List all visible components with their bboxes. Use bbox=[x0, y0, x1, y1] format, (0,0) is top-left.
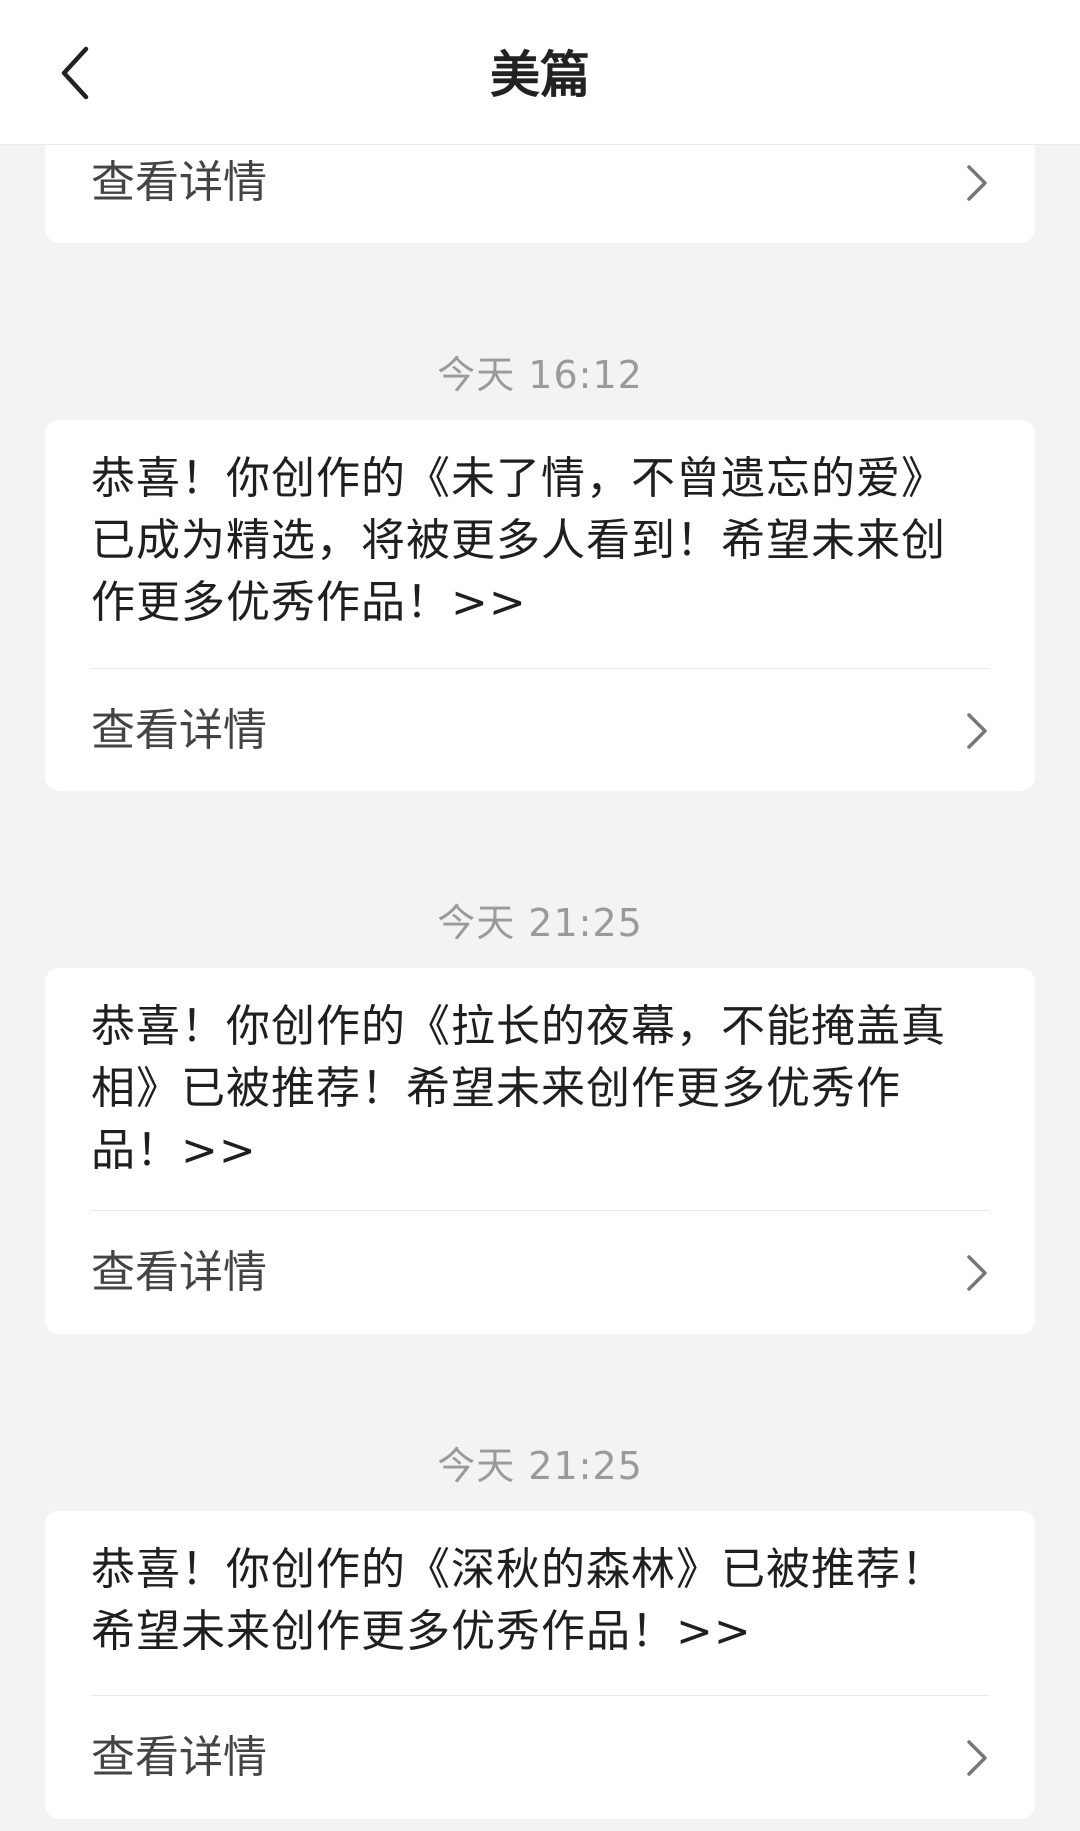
message-card: 恭喜！你创作的《深秋的森林》已被推荐！希望未来创作更多优秀作品！>> 查看详情 bbox=[45, 1511, 1035, 1819]
view-details-row[interactable]: 查看详情 bbox=[45, 676, 1035, 786]
message-feed[interactable]: 查看详情 今天 16:12 恭喜！你创作的《未了情，不曾遗忘的爱》已成为精选，将… bbox=[0, 0, 1080, 1831]
message-card: 恭喜！你创作的《未了情，不曾遗忘的爱》已成为精选，将被更多人看到！希望未来创作更… bbox=[45, 420, 1035, 791]
view-details-row[interactable]: 查看详情 bbox=[45, 1218, 1035, 1328]
message-card: 恭喜！你创作的《拉长的夜幕，不能掩盖真相》已被推荐！希望未来创作更多优秀作品！>… bbox=[45, 968, 1035, 1334]
view-details-row[interactable]: 查看详情 bbox=[45, 1703, 1035, 1813]
message-timestamp: 今天 21:25 bbox=[437, 901, 643, 945]
message-text[interactable]: 恭喜！你创作的《未了情，不曾遗忘的爱》已成为精选，将被更多人看到！希望未来创作更… bbox=[91, 448, 989, 634]
message-text[interactable]: 恭喜！你创作的《深秋的森林》已被推荐！希望未来创作更多优秀作品！>> bbox=[91, 1539, 989, 1663]
view-details-label: 查看详情 bbox=[91, 1732, 267, 1783]
chevron-right-icon bbox=[957, 1253, 997, 1293]
chevron-right-icon bbox=[957, 163, 997, 203]
message-timestamp: 今天 16:12 bbox=[437, 353, 643, 397]
chevron-right-icon bbox=[957, 711, 997, 751]
message-timestamp: 今天 21:25 bbox=[437, 1444, 643, 1488]
view-details-label: 查看详情 bbox=[91, 1247, 267, 1298]
page-title: 美篇 bbox=[490, 46, 590, 104]
chevron-right-icon bbox=[957, 1738, 997, 1778]
message-text[interactable]: 恭喜！你创作的《拉长的夜幕，不能掩盖真相》已被推荐！希望未来创作更多优秀作品！>… bbox=[91, 996, 989, 1182]
top-navigation-bar: 美篇 bbox=[0, 0, 1080, 145]
divider bbox=[91, 1695, 989, 1696]
divider bbox=[91, 668, 989, 669]
divider bbox=[91, 1210, 989, 1211]
view-details-label: 查看详情 bbox=[91, 705, 267, 756]
